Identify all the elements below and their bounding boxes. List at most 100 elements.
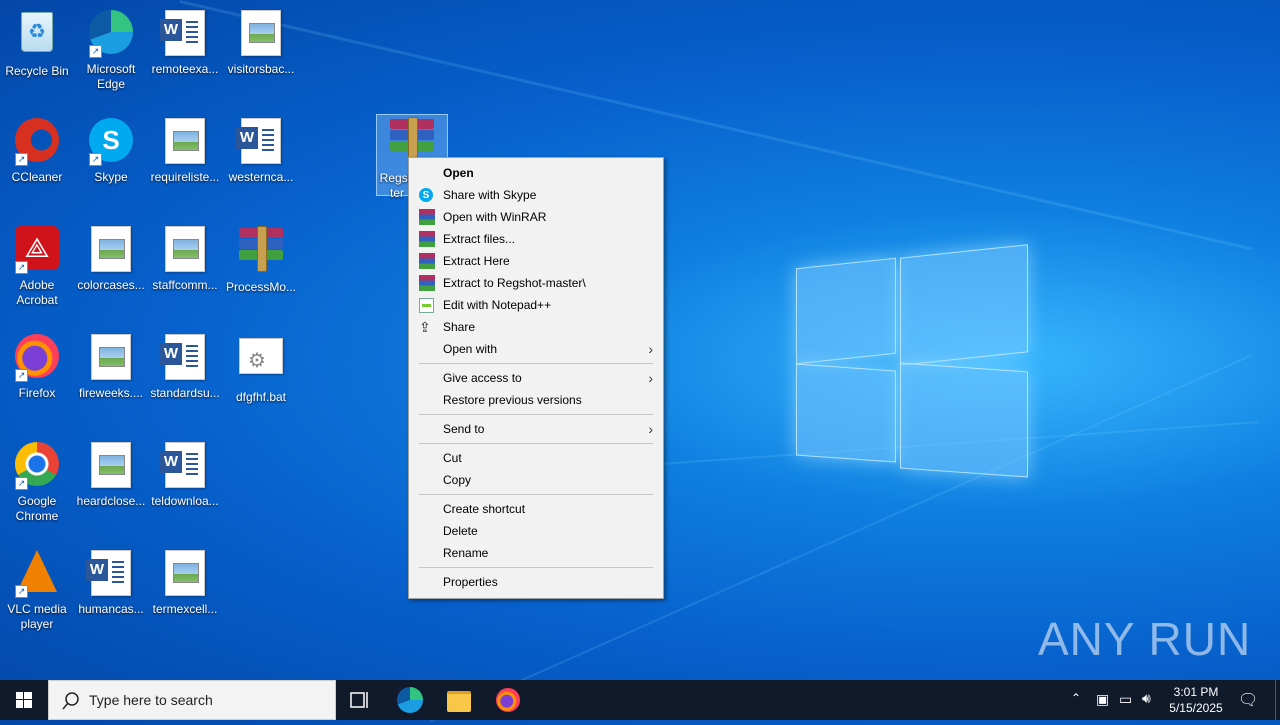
menu-item-edit-with-notepadpp[interactable]: Edit with Notepad++ <box>409 294 663 316</box>
menu-item-extract-files[interactable]: Extract files... <box>409 228 663 250</box>
desktop-icon-file[interactable]: ProcessMo... <box>224 224 298 295</box>
desktop-icon-label: VLC media player <box>7 602 67 631</box>
menu-separator <box>419 567 653 568</box>
winrar-icon <box>419 253 435 269</box>
desktop-icon-file[interactable]: heardclose... <box>74 440 148 509</box>
desktop-icon-recycle-bin[interactable]: ♻ Recycle Bin <box>0 8 74 79</box>
menu-item-restore-previous-versions[interactable]: Restore previous versions <box>409 389 663 411</box>
meet-now-icon[interactable]: ▣ <box>1096 691 1109 708</box>
image-file-icon <box>87 226 135 274</box>
desktop-icon-acrobat[interactable]: ⟁ ↗ Adobe Acrobat <box>0 224 74 308</box>
desktop-icon-label: requireliste... <box>150 170 220 184</box>
desktop-icon-file[interactable]: visitorsbac... <box>224 8 298 77</box>
menu-item-label: Cut <box>443 451 462 465</box>
taskbar-firefox-button[interactable] <box>484 680 532 720</box>
word-document-icon: W <box>86 550 135 598</box>
desktop-icon-label: colorcases... <box>77 278 145 292</box>
menu-item-label: Open with <box>443 342 498 356</box>
taskbar-clock[interactable]: 3:01 PM 5/15/2025 <box>1164 684 1228 716</box>
winrar-icon <box>419 231 435 247</box>
menu-item-label: Give access to <box>443 371 522 385</box>
menu-item-share[interactable]: ⇪ Share <box>409 316 663 338</box>
menu-item-label: Delete <box>443 524 478 538</box>
desktop-icon-firefox[interactable]: ↗ Firefox <box>0 332 74 401</box>
menu-item-delete[interactable]: Delete <box>409 520 663 542</box>
desktop-icon-label: Microsoft Edge <box>86 62 136 91</box>
notifications-button[interactable]: 🗨︎ <box>1238 690 1258 710</box>
desktop-icon-file[interactable]: ⚙ dfgfhf.bat <box>224 332 298 405</box>
menu-item-label: Extract files... <box>443 232 516 246</box>
desktop-icon-label: Adobe Acrobat <box>16 278 58 307</box>
menu-item-label: Rename <box>443 546 489 560</box>
desktop-icon-file[interactable]: W standardsu... <box>148 332 222 401</box>
desktop-icon-chrome[interactable]: ↗ Google Chrome <box>0 440 74 524</box>
volume-icon[interactable]: 🔊︎ <box>1142 690 1151 707</box>
menu-item-label: Copy <box>443 473 472 487</box>
menu-item-create-shortcut[interactable]: Create shortcut <box>409 498 663 520</box>
search-icon <box>62 692 79 710</box>
network-icon[interactable]: ▭ <box>1119 691 1132 708</box>
desktop-icon-file[interactable]: W humancas... <box>74 548 148 617</box>
desktop-icon-label: CCleaner <box>11 170 63 184</box>
task-view-icon <box>350 692 368 708</box>
image-file-icon <box>87 334 135 382</box>
desktop-icon-file[interactable]: termexcell... <box>148 548 222 617</box>
menu-item-label: Extract Here <box>443 254 510 268</box>
menu-item-open[interactable]: Open <box>409 162 663 184</box>
desktop-icon-file[interactable]: W remoteexa... <box>148 8 222 77</box>
desktop-icon-skype[interactable]: S ↗ Skype <box>74 116 148 185</box>
firefox-icon: ↗ <box>13 334 61 382</box>
menu-item-extract-to-folder[interactable]: Extract to Regshot-master\ <box>409 272 663 294</box>
desktop-icon-edge[interactable]: ↗ Microsoft Edge <box>74 8 148 92</box>
menu-item-send-to[interactable]: Send to › <box>409 418 663 440</box>
menu-item-copy[interactable]: Copy <box>409 469 663 491</box>
desktop-icon-label: humancas... <box>78 602 144 616</box>
menu-item-properties[interactable]: Properties <box>409 571 663 593</box>
batch-file-icon: ⚙ <box>237 338 285 386</box>
menu-item-open-with[interactable]: Open with › <box>409 338 663 360</box>
desktop-icon-vlc[interactable]: ↗ VLC media player <box>0 548 74 632</box>
clock-time: 3:01 PM <box>1173 685 1219 699</box>
desktop-icon-label: teldownloa... <box>151 494 219 508</box>
folder-icon <box>447 691 471 712</box>
show-desktop-button[interactable] <box>1275 680 1276 720</box>
taskbar-edge-button[interactable] <box>386 680 434 720</box>
anyrun-watermark: ANY RUN <box>1038 613 1252 665</box>
menu-item-give-access-to[interactable]: Give access to › <box>409 367 663 389</box>
desktop-icon-label: termexcell... <box>152 602 218 616</box>
desktop-icon-file[interactable]: fireweeks.... <box>74 332 148 401</box>
chrome-icon: ↗ <box>13 442 61 490</box>
menu-item-label: Edit with Notepad++ <box>443 298 552 312</box>
desktop-icon-label: remoteexa... <box>151 62 219 76</box>
start-button[interactable] <box>0 680 48 720</box>
word-document-icon: W <box>160 10 209 58</box>
vlc-icon: ↗ <box>13 550 61 598</box>
menu-item-cut[interactable]: Cut <box>409 447 663 469</box>
desktop-icon-ccleaner[interactable]: ↗ CCleaner <box>0 116 74 185</box>
desktop-icon-label: Recycle Bin <box>5 64 69 78</box>
image-file-icon <box>161 118 209 166</box>
menu-item-label: Extract to Regshot-master\ <box>443 276 586 290</box>
desktop-icon-file[interactable]: W westernca... <box>224 116 298 185</box>
desktop-icon-file[interactable]: requireliste... <box>148 116 222 185</box>
taskbar-file-explorer-button[interactable] <box>435 680 483 720</box>
menu-item-label: Send to <box>443 422 485 436</box>
desktop-icon-file[interactable]: W teldownloa... <box>148 440 222 509</box>
menu-item-share-with-skype[interactable]: S Share with Skype <box>409 184 663 206</box>
desktop-icon-file[interactable]: staffcomm... <box>148 224 222 293</box>
task-view-button[interactable] <box>336 680 384 720</box>
desktop-icon-file[interactable]: colorcases... <box>74 224 148 293</box>
taskbar-search-box[interactable]: Type here to search <box>48 680 336 720</box>
desktop-icon-label: dfgfhf.bat <box>235 390 287 404</box>
context-menu: Open S Share with Skype Open with WinRAR… <box>408 157 664 599</box>
notepadpp-icon <box>419 298 434 313</box>
show-hidden-icons-button[interactable]: ⌃ <box>1071 691 1081 705</box>
menu-item-rename[interactable]: Rename <box>409 542 663 564</box>
menu-item-extract-here[interactable]: Extract Here <box>409 250 663 272</box>
menu-item-open-with-winrar[interactable]: Open with WinRAR <box>409 206 663 228</box>
menu-item-label: Restore previous versions <box>443 393 582 407</box>
image-file-icon <box>161 226 209 274</box>
menu-item-label: Create shortcut <box>443 502 526 516</box>
winrar-icon <box>419 209 435 225</box>
chevron-right-icon: › <box>648 341 653 357</box>
